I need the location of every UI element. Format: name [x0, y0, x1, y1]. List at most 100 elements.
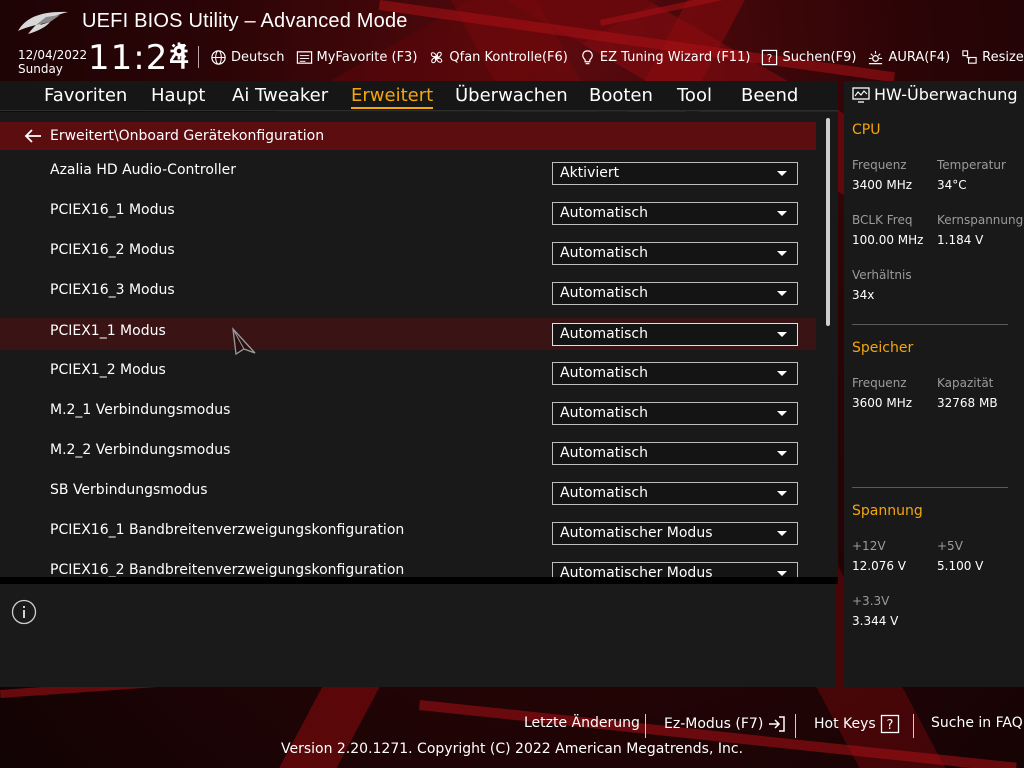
- ez-tuning-button[interactable]: EZ Tuning Wizard (F11): [579, 49, 751, 66]
- myfavorite-button[interactable]: MyFavorite (F3): [296, 49, 417, 66]
- caret-down-icon: [777, 171, 787, 176]
- caret-down-icon: [777, 411, 787, 416]
- version-info: Version 2.20.1271. Copyright (C) 2022 Am…: [280, 741, 744, 757]
- setting-label: PCIEX1_1 Modus: [50, 323, 166, 339]
- tab-ai-tweaker[interactable]: Ai Tweaker: [232, 85, 328, 106]
- v5-value: 5.100 V: [937, 559, 984, 573]
- dropdown-value: Aktiviert: [560, 165, 620, 181]
- mem-cap-value: 32768 MB: [937, 396, 998, 410]
- setting-dropdown[interactable]: Automatisch: [552, 323, 798, 346]
- cpu-temp-label: Temperatur: [937, 158, 1006, 172]
- cpu-heading: CPU: [852, 122, 881, 138]
- search-button[interactable]: ? Suchen(F9): [761, 49, 856, 66]
- setting-dropdown[interactable]: Automatisch: [552, 362, 798, 385]
- qfan-label: Qfan Kontrolle(F6): [449, 49, 568, 65]
- resize-bar-button[interactable]: Resize BAR: [961, 49, 1024, 66]
- caret-down-icon: [777, 332, 787, 337]
- aura-label: AURA(F4): [888, 49, 951, 65]
- setting-dropdown[interactable]: Automatisch: [552, 482, 798, 505]
- setting-label: PCIEX1_2 Modus: [50, 362, 166, 378]
- caret-down-icon: [777, 571, 787, 576]
- setting-row-pciex16-2-bifurcation[interactable]: PCIEX16_2 Bandbreitenverzweigungskonfigu…: [0, 557, 816, 577]
- setting-dropdown[interactable]: Automatisch: [552, 402, 798, 425]
- breadcrumb: Erweitert\Onboard Gerätekonfiguration: [0, 122, 816, 150]
- mem-freq-value: 3600 MHz: [852, 396, 913, 410]
- faq-search-button[interactable]: Suche in FAQ: [931, 715, 1023, 731]
- caret-down-icon: [777, 451, 787, 456]
- ratio-value: 34x: [852, 288, 875, 302]
- setting-row-pciex16-3[interactable]: PCIEX16_3 Modus Automatisch: [0, 277, 816, 309]
- tab-booten[interactable]: Booten: [589, 85, 653, 106]
- aura-button[interactable]: AURA(F4): [867, 49, 950, 66]
- v12-label: +12V: [852, 539, 886, 553]
- ez-tuning-label: EZ Tuning Wizard (F11): [599, 49, 751, 65]
- gear-icon[interactable]: [170, 42, 188, 60]
- settings-scrollbar[interactable]: [826, 118, 830, 326]
- setting-label: PCIEX16_1 Bandbreitenverzweigungskonfigu…: [50, 522, 405, 538]
- ratio-label: Verhältnis: [852, 268, 912, 282]
- setting-row-m2-1[interactable]: M.2_1 Verbindungsmodus Automatisch: [0, 397, 816, 429]
- caret-down-icon: [777, 251, 787, 256]
- footer-bar: Letzte Änderung Ez-Modus (F7) Hot Keys ?…: [0, 714, 1024, 738]
- dropdown-value: Automatisch: [560, 485, 648, 501]
- dropdown-value: Automatisch: [560, 365, 648, 381]
- tab-erweitert[interactable]: Erweitert: [351, 85, 434, 109]
- setting-dropdown[interactable]: Automatisch: [552, 442, 798, 465]
- svg-text:?: ?: [886, 718, 893, 733]
- setting-row-pciex1-2[interactable]: PCIEX1_2 Modus Automatisch: [0, 357, 816, 389]
- cpu-temp-value: 34°C: [937, 178, 967, 192]
- caret-down-icon: [777, 371, 787, 376]
- dropdown-value: Automatischer Modus: [560, 565, 713, 577]
- cpu-freq-label: Frequenz: [852, 158, 907, 172]
- caret-down-icon: [777, 491, 787, 496]
- main-tabs: Favoriten Haupt Ai Tweaker Erweitert Übe…: [0, 81, 838, 111]
- help-info-panel: [0, 584, 836, 687]
- ez-mode-button[interactable]: Ez-Modus (F7): [664, 714, 787, 734]
- hw-monitor-title-text: HW-Überwachung: [874, 85, 1018, 104]
- v5-label: +5V: [937, 539, 963, 553]
- setting-dropdown[interactable]: Automatischer Modus: [552, 562, 798, 577]
- setting-row-m2-2[interactable]: M.2_2 Verbindungsmodus Automatisch: [0, 437, 816, 469]
- tab-favoriten[interactable]: Favoriten: [44, 85, 127, 106]
- setting-label: M.2_1 Verbindungsmodus: [50, 402, 231, 418]
- setting-row-sb[interactable]: SB Verbindungsmodus Automatisch: [0, 477, 816, 509]
- cpu-freq-value: 3400 MHz: [852, 178, 913, 192]
- setting-label: SB Verbindungsmodus: [50, 482, 208, 498]
- qfan-button[interactable]: Qfan Kontrolle(F6): [428, 49, 568, 66]
- setting-dropdown[interactable]: Automatisch: [552, 242, 798, 265]
- rog-logo-icon: [18, 11, 68, 34]
- tab-haupt[interactable]: Haupt: [151, 85, 205, 106]
- last-change-button[interactable]: Letzte Änderung: [524, 715, 640, 731]
- setting-row-pciex1-1[interactable]: PCIEX1_1 Modus Automatisch: [0, 318, 816, 350]
- setting-dropdown[interactable]: Automatisch: [552, 282, 798, 305]
- setting-label: PCIEX16_2 Bandbreitenverzweigungskonfigu…: [50, 562, 405, 577]
- resize-bar-icon: [962, 49, 977, 64]
- setting-dropdown[interactable]: Automatisch: [552, 202, 798, 225]
- hw-monitor-panel: HW-Überwachung CPU Frequenz Temperatur 3…: [844, 81, 1024, 687]
- hw-monitor-title: HW-Überwachung: [852, 85, 1018, 104]
- aura-light-icon: [869, 50, 883, 64]
- setting-row-pciex16-1-bifurcation[interactable]: PCIEX16_1 Bandbreitenverzweigungskonfigu…: [0, 517, 816, 549]
- hot-keys-button[interactable]: Hot Keys ?: [814, 714, 900, 734]
- language-button[interactable]: Deutsch: [210, 49, 285, 66]
- globe-icon: [211, 49, 226, 65]
- dropdown-value: Automatisch: [560, 205, 648, 221]
- caret-down-icon: [777, 291, 787, 296]
- setting-label: PCIEX16_1 Modus: [50, 202, 175, 218]
- lightbulb-icon: [582, 49, 593, 64]
- back-arrow-icon[interactable]: [24, 129, 42, 143]
- faq-label: Suche in FAQ: [931, 715, 1023, 731]
- caret-down-icon: [777, 211, 787, 216]
- tab-ueberwachen[interactable]: Überwachen: [455, 85, 568, 106]
- setting-row-azalia[interactable]: Azalia HD Audio-Controller Aktiviert: [0, 157, 816, 189]
- day: Sunday: [18, 62, 63, 76]
- setting-dropdown[interactable]: Aktiviert: [552, 162, 798, 185]
- setting-row-pciex16-2[interactable]: PCIEX16_2 Modus Automatisch: [0, 237, 816, 269]
- footer-separator: [913, 714, 914, 738]
- hw-divider: [852, 487, 1008, 488]
- setting-row-pciex16-1[interactable]: PCIEX16_1 Modus Automatisch: [0, 197, 816, 229]
- setting-dropdown[interactable]: Automatischer Modus: [552, 522, 798, 545]
- tab-tool[interactable]: Tool: [677, 85, 712, 106]
- tab-beend[interactable]: Beend: [741, 85, 798, 106]
- footer-separator: [795, 714, 796, 738]
